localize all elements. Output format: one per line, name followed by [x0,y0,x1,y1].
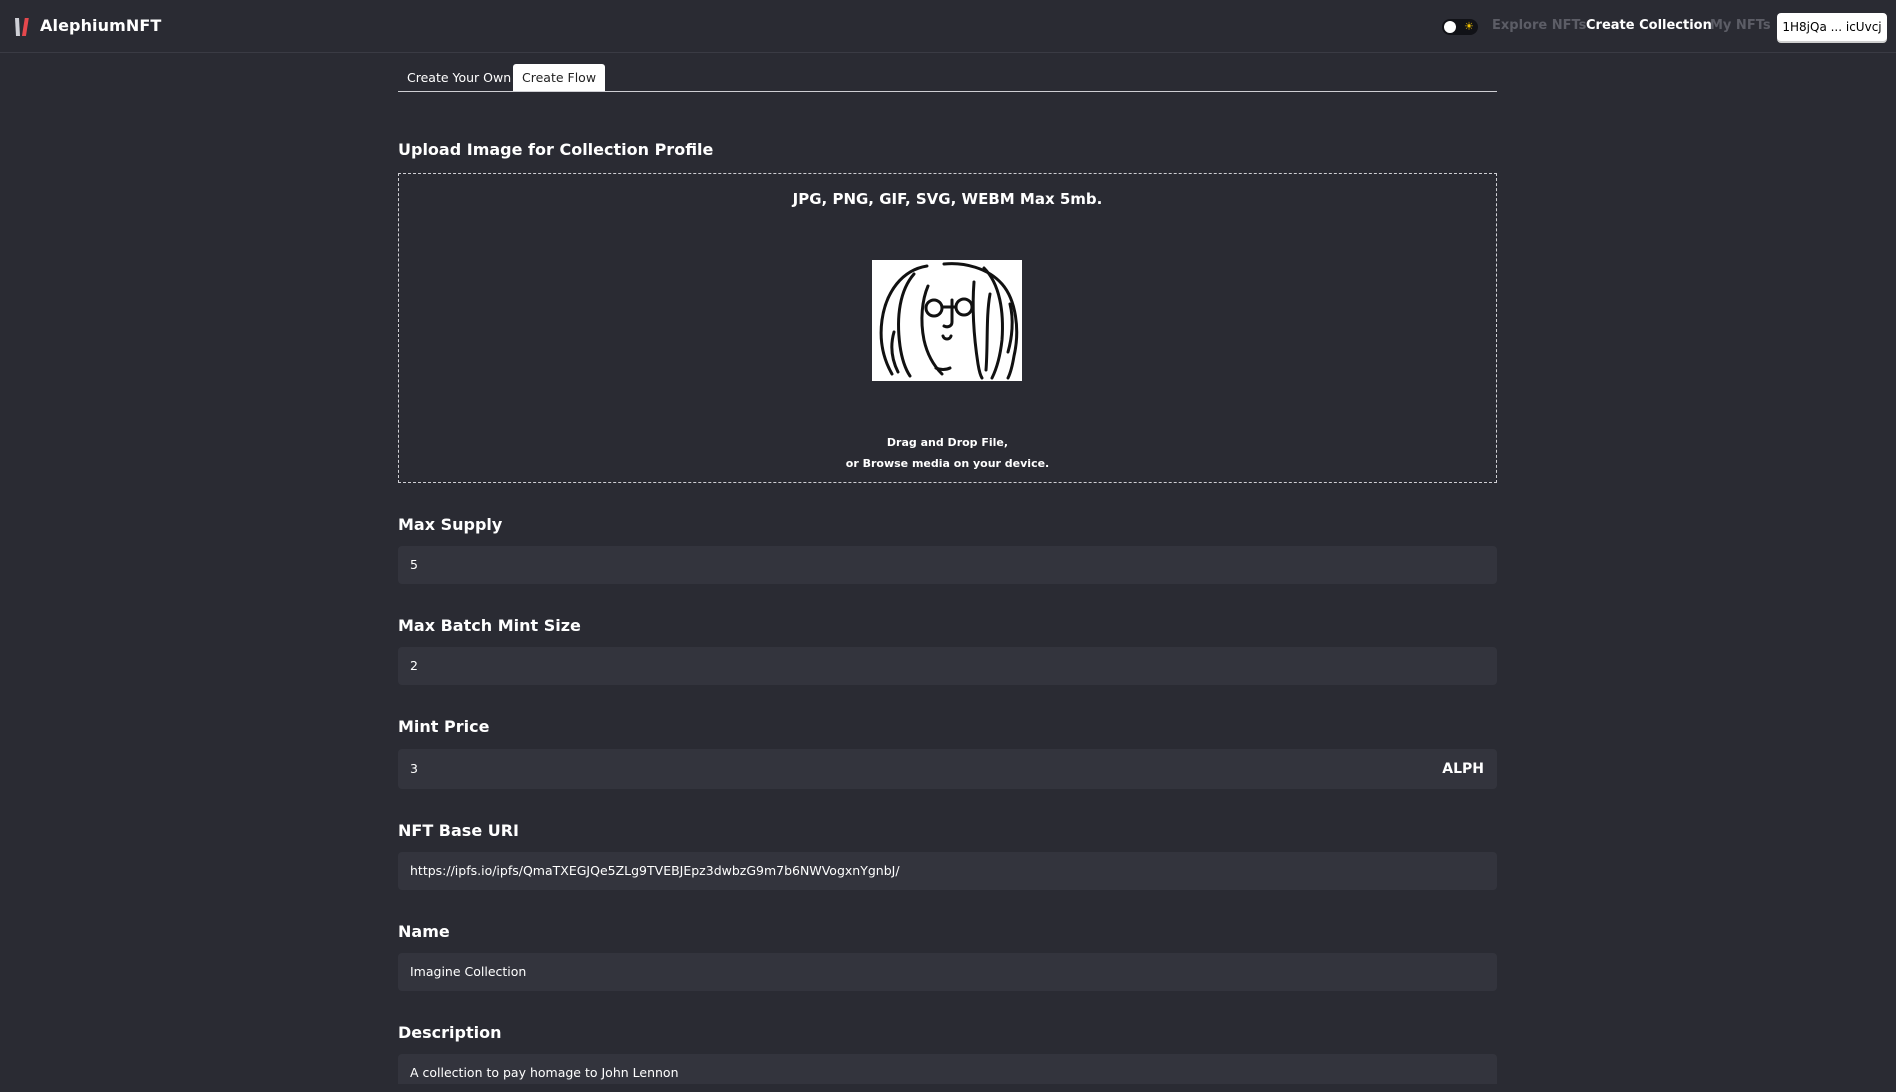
nav-create-collection[interactable]: Create Collection [1586,18,1712,33]
name-value: Imagine Collection [410,964,527,979]
description-input[interactable]: A collection to pay homage to John Lenno… [398,1054,1497,1084]
max-supply-value: 5 [410,557,418,572]
dropzone-hint: Drag and Drop File, or Browse media on y… [399,432,1496,474]
wallet-address-button[interactable]: 1H8jQa ... icUvcj [1777,13,1887,41]
tab-create-your-own[interactable]: Create Your Own [398,64,520,91]
create-tabs: Create Your Own Create Flow [398,64,1497,92]
top-navbar: AlephiumNFT ☀ Explore NFTs Create Collec… [0,0,1896,53]
nav-explore-nfts[interactable]: Explore NFTs [1492,18,1586,33]
name-input[interactable]: Imagine Collection [398,953,1497,991]
max-batch-mint-size-input[interactable]: 2 [398,647,1497,685]
mint-price-value: 3 [410,761,418,776]
sun-icon: ☀ [1464,20,1474,33]
max-supply-label: Max Supply [398,515,503,534]
line-drawing-face-icon [879,262,1019,380]
max-supply-input[interactable]: 5 [398,546,1497,584]
max-batch-mint-size-label: Max Batch Mint Size [398,616,581,635]
alephium-logo-icon[interactable] [14,17,30,37]
tab-create-flow[interactable]: Create Flow [513,64,606,91]
nft-base-uri-value: https://ipfs.io/ipfs/QmaTXEGJQe5ZLg9TVEB… [410,863,900,878]
dropzone-hint-line2[interactable]: or Browse media on your device. [399,453,1496,474]
brand-name[interactable]: AlephiumNFT [40,16,161,35]
max-batch-mint-size-value: 2 [410,658,418,673]
toggle-knob [1444,21,1456,33]
accepted-formats-text: JPG, PNG, GIF, SVG, WEBM Max 5mb. [792,190,1103,208]
upload-label: Upload Image for Collection Profile [398,140,714,159]
image-dropzone[interactable]: JPG, PNG, GIF, SVG, WEBM Max 5mb. Drag a… [398,173,1497,483]
description-value: A collection to pay homage to John Lenno… [410,1065,679,1080]
nft-base-uri-input[interactable]: https://ipfs.io/ipfs/QmaTXEGJQe5ZLg9TVEB… [398,852,1497,890]
description-label: Description [398,1023,502,1042]
mint-price-input[interactable]: 3 ALPH [398,749,1497,789]
nav-my-nfts[interactable]: My NFTs [1710,18,1771,33]
collection-image-preview [872,260,1022,381]
dropzone-hint-line1: Drag and Drop File, [886,436,1009,449]
nft-base-uri-label: NFT Base URI [398,821,520,840]
name-label: Name [398,922,450,941]
theme-toggle[interactable]: ☀ [1442,19,1478,35]
mint-price-label: Mint Price [398,717,490,736]
mint-price-unit: ALPH [1442,761,1484,777]
